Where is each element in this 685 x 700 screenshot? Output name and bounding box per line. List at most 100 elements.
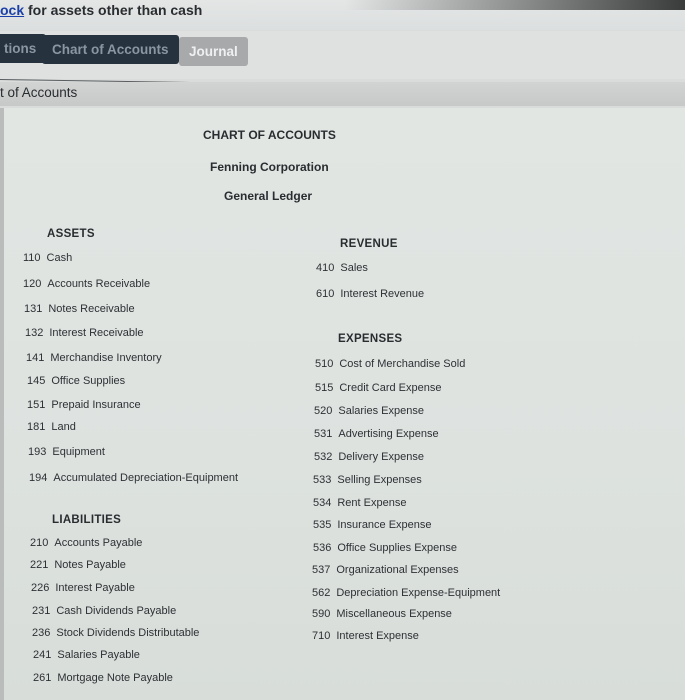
account-name: Mortgage Note Payable xyxy=(57,672,173,684)
account-number: 210 xyxy=(30,537,49,549)
account-number: 131 xyxy=(24,303,43,315)
account-name: Accounts Receivable xyxy=(47,278,151,290)
account-row: 261 Mortgage Note Payable xyxy=(33,672,173,684)
account-number: 520 xyxy=(314,405,333,417)
account-name: Rent Expense xyxy=(337,497,407,509)
tab-transactions[interactable]: tions xyxy=(0,34,47,63)
tab-bar: tions Chart of Accounts Journal xyxy=(0,31,685,79)
account-name: Salaries Payable xyxy=(57,649,140,661)
liabilities-title: LIABILITIES xyxy=(52,514,122,526)
ledger-name: General Ledger xyxy=(224,189,313,203)
account-row: 145 Office Supplies xyxy=(27,375,125,387)
section-header: t of Accounts xyxy=(0,82,685,106)
account-name: Accumulated Depreciation-Equipment xyxy=(53,472,239,484)
account-number: 221 xyxy=(30,559,49,571)
account-row: 531 Advertising Expense xyxy=(314,428,439,440)
account-number: 261 xyxy=(33,672,52,684)
account-row: 194 Accumulated Depreciation-Equipment xyxy=(29,472,238,484)
account-row: 221 Notes Payable xyxy=(30,559,126,571)
account-name: Credit Card Expense xyxy=(339,382,442,394)
account-number: 537 xyxy=(312,564,331,576)
tab-label: Journal xyxy=(189,44,238,59)
account-name: Interest Payable xyxy=(55,582,135,594)
tab-label: tions xyxy=(4,41,37,56)
account-name: Interest Receivable xyxy=(49,327,144,339)
account-row: 710 Interest Expense xyxy=(312,630,419,642)
account-row: 532 Delivery Expense xyxy=(314,451,424,463)
account-name: Interest Expense xyxy=(336,630,419,642)
account-name: Salaries Expense xyxy=(338,405,424,417)
account-name: Cash xyxy=(46,252,73,264)
account-number: 710 xyxy=(312,630,331,642)
account-name: Equipment xyxy=(52,446,105,458)
account-number: 515 xyxy=(315,382,334,394)
account-row: 535 Insurance Expense xyxy=(313,519,432,531)
account-number: 241 xyxy=(33,649,52,661)
account-number: 193 xyxy=(28,446,47,458)
account-number: 535 xyxy=(313,519,332,531)
account-number: 194 xyxy=(29,472,48,484)
account-name: Accounts Payable xyxy=(54,537,143,549)
expenses-title: EXPENSES xyxy=(338,333,403,345)
account-row: 562 Depreciation Expense-Equipment xyxy=(312,587,500,599)
tab-chart-of-accounts[interactable]: Chart of Accounts xyxy=(42,35,179,64)
account-name: Sales xyxy=(340,262,368,274)
account-name: Notes Receivable xyxy=(48,303,135,315)
assets-title: ASSETS xyxy=(47,228,95,240)
account-name: Selling Expenses xyxy=(337,474,422,486)
company-name: Fenning Corporation xyxy=(210,160,329,174)
instruction-bar: ock for assets other than cash xyxy=(0,0,685,30)
account-name: Interest Revenue xyxy=(340,288,425,300)
section-title: t of Accounts xyxy=(0,85,78,100)
account-row: 533 Selling Expenses xyxy=(313,474,422,486)
chart-of-accounts-panel: CHART OF ACCOUNTS Fenning Corporation Ge… xyxy=(0,108,685,700)
account-number: 120 xyxy=(23,278,42,290)
account-row: 120 Accounts Receivable xyxy=(23,278,150,290)
account-number: 226 xyxy=(31,582,50,594)
account-row: 231 Cash Dividends Payable xyxy=(32,605,176,617)
instruction-body: for assets other than cash xyxy=(24,2,203,18)
account-name: Advertising Expense xyxy=(338,428,439,440)
account-number: 110 xyxy=(23,252,41,264)
account-name: Office Supplies Expense xyxy=(337,542,458,554)
account-row: 534 Rent Expense xyxy=(313,497,406,509)
account-row: 193 Equipment xyxy=(28,446,105,458)
account-number: 531 xyxy=(314,428,333,440)
account-row: 510 Cost of Merchandise Sold xyxy=(315,358,465,370)
account-row: 132 Interest Receivable xyxy=(25,327,144,339)
tab-label: Chart of Accounts xyxy=(52,42,169,57)
account-number: 145 xyxy=(27,375,46,387)
tab-journal[interactable]: Journal xyxy=(179,37,248,66)
screen-edge-shadow xyxy=(345,0,685,10)
account-name: Delivery Expense xyxy=(338,451,424,463)
account-number: 132 xyxy=(25,327,44,339)
chart-title: CHART OF ACCOUNTS xyxy=(203,128,336,142)
account-row: 536 Office Supplies Expense xyxy=(313,542,457,554)
account-row: 590 Miscellaneous Expense xyxy=(312,608,452,620)
account-row: 410 Sales xyxy=(316,262,368,274)
account-number: 590 xyxy=(312,608,331,620)
account-name: Organizational Expenses xyxy=(336,564,459,576)
account-row: 151 Prepaid Insurance xyxy=(27,399,141,411)
account-name: Depreciation Expense-Equipment xyxy=(336,587,501,599)
account-name: Miscellaneous Expense xyxy=(336,608,452,620)
account-name: Cash Dividends Payable xyxy=(56,605,177,617)
account-number: 231 xyxy=(32,605,51,617)
account-number: 532 xyxy=(314,451,333,463)
account-row: 236 Stock Dividends Distributable xyxy=(32,627,199,639)
account-number: 141 xyxy=(26,352,45,364)
account-row: 141 Merchandise Inventory xyxy=(26,352,162,364)
account-row: 520 Salaries Expense xyxy=(314,405,424,417)
account-name: Prepaid Insurance xyxy=(51,399,141,411)
instruction-link[interactable]: ock xyxy=(0,2,24,18)
account-number: 181 xyxy=(27,421,46,433)
account-row: 110 Cash xyxy=(23,252,72,264)
account-name: Stock Dividends Distributable xyxy=(56,627,200,639)
account-row: 210 Accounts Payable xyxy=(30,537,142,549)
account-number: 410 xyxy=(316,262,335,274)
account-row: 241 Salaries Payable xyxy=(33,649,140,661)
account-number: 562 xyxy=(312,587,331,599)
account-row: 537 Organizational Expenses xyxy=(312,564,459,576)
account-name: Insurance Expense xyxy=(337,519,432,531)
account-name: Office Supplies xyxy=(51,375,126,387)
